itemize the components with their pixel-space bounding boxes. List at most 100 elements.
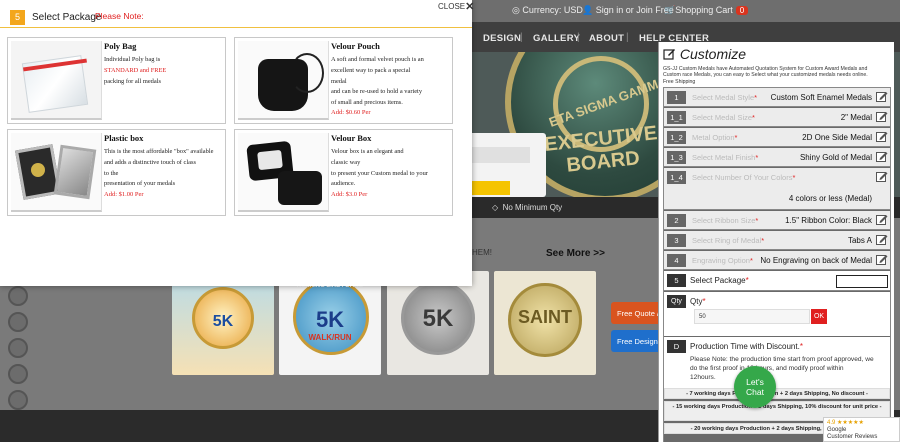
step-number: 5 [667, 274, 686, 287]
background-popup-field [470, 147, 530, 163]
step-number: 2 [667, 214, 686, 227]
desc-line: to the [104, 169, 119, 177]
customize-title-text: Customize [679, 46, 747, 62]
close-button[interactable]: CLOSE✕ [438, 0, 474, 13]
package-price: Add: $1.00 Per [104, 191, 144, 198]
desc-line: of small and precious items. [331, 99, 403, 107]
close-label: CLOSE [438, 2, 466, 11]
edit-icon[interactable] [876, 234, 888, 246]
edit-icon[interactable] [876, 111, 888, 123]
min-qty-label: No Minimum Qty [502, 203, 563, 212]
side-tool-icon[interactable] [8, 338, 28, 358]
currency-selector[interactable]: ◎ Currency: USD [512, 5, 583, 16]
package-selection-box[interactable] [836, 275, 888, 288]
nav-divider: | [626, 32, 629, 43]
step-number: 1_1 [667, 111, 686, 124]
customize-panel: Customize GS-JJ Custom Medals have Autom… [658, 42, 894, 442]
side-tool-icon[interactable] [8, 286, 28, 306]
edit-icon[interactable] [876, 131, 888, 143]
desc-line: excellent way to pack a special [331, 66, 411, 74]
gallery-thumb-3[interactable]: 5K [387, 271, 489, 375]
step-row-medal-style[interactable]: 1 Select Medal Style* Custom Soft Enamel… [664, 88, 890, 107]
modal-header: 5 Select Package Please Note: CLOSE✕ [0, 0, 474, 28]
side-tool-icon[interactable] [8, 312, 28, 332]
shopping-cart-link[interactable]: 🛒Shopping Cart 0 [664, 5, 749, 16]
nav-gallery[interactable]: GALLERY [533, 33, 580, 44]
step-label-text: Metal Option [692, 133, 735, 142]
step-row-metal-finish[interactable]: 1_3 Select Metal Finish* Shiny Gold of M… [664, 148, 890, 167]
min-qty-feature: ◇ No Minimum Qty [492, 203, 562, 212]
step-row-ribbon-size[interactable]: 2 Select Ribbon Size* 1.5" Ribbon Color:… [664, 211, 890, 230]
review-score: 4.9 ★★★★★ [827, 420, 864, 426]
package-option-velour-box[interactable]: Velour Box Velour box is an elegant and … [234, 129, 453, 216]
free-quote-button[interactable]: Free Quote / [611, 302, 663, 324]
quantity-ok-button[interactable]: OK [811, 309, 827, 324]
required-star: * [754, 93, 758, 102]
production-option-7-days[interactable]: - 7 working days FAST Production + 2 day… [664, 388, 890, 399]
diamond-icon: ◇ [492, 203, 499, 212]
step-value: Shiny Gold of Medal [799, 153, 872, 162]
live-chat-button[interactable]: Let's Chat [734, 366, 776, 408]
gallery-thumb-1[interactable]: 5K [172, 271, 274, 375]
thumb-label: 5K [212, 313, 234, 330]
step-row-engraving[interactable]: 4 Engraving Option* No Engraving on back… [664, 251, 890, 270]
desc-line: A soft and formal velvet pouch is an [331, 56, 424, 63]
package-option-velour-pouch[interactable]: Velour Pouch A soft and formal velvet po… [234, 37, 453, 124]
step-row-ring-of-medal[interactable]: 3 Select Ring of Medal* Tabs A [664, 231, 890, 250]
nav-design[interactable]: DESIGN [483, 33, 521, 44]
step-label-text: Select Medal Style [692, 93, 755, 102]
step-label: Select Ribbon Size* [692, 216, 758, 225]
quantity-input[interactable]: 50 [694, 309, 810, 324]
edit-icon[interactable] [876, 151, 888, 163]
side-tool-icon[interactable] [8, 390, 28, 410]
step-row-number-of-colors[interactable]: 1_4 Select Number Of Your Colors* 4 colo… [664, 168, 890, 210]
box-medal [31, 163, 45, 177]
step-number: 1 [667, 91, 686, 104]
edit-icon[interactable] [876, 254, 888, 266]
nav-about[interactable]: ABOUT [589, 33, 624, 44]
thumb-subtext: WALK/RUN [308, 333, 352, 342]
step-number: Qty [667, 295, 686, 308]
thumb-subtext: SAINT [518, 307, 572, 327]
step-label: Metal Option* [692, 133, 737, 142]
side-tool-icon[interactable] [8, 364, 28, 384]
edit-icon[interactable] [876, 214, 888, 226]
gallery-thumb-4[interactable]: SAINT [494, 271, 596, 375]
select-package-modal: 5 Select Package Please Note: CLOSE✕ Pol… [0, 0, 474, 286]
free-design-button[interactable]: Free Design + [611, 330, 663, 352]
thumb-label: 5K [315, 307, 345, 332]
see-more-link[interactable]: See More >> [546, 248, 605, 259]
chat-label-line1: Let's [746, 377, 764, 387]
step-label-text: Select Medal Size [692, 113, 753, 122]
step-value: 4 colors or less (Medal) [788, 194, 872, 203]
package-name: Velour Pouch [331, 41, 380, 51]
chat-label-line2: Chat [746, 387, 764, 397]
package-option-plastic-box[interactable]: Plastic box This is the most affordable … [7, 129, 226, 216]
edit-icon[interactable] [876, 91, 888, 103]
step-row-select-package[interactable]: 5 Select Package* [664, 271, 890, 291]
package-description: Velour box is an elegant and classic way… [331, 147, 451, 190]
step-label-text: Select Ring of Medal [692, 236, 762, 245]
step-label-text: Select Ribbon Size [692, 216, 756, 225]
edit-icon[interactable] [876, 171, 888, 183]
google-reviews-badge[interactable]: 4.9 ★★★★★ Google Customer Reviews [823, 417, 900, 442]
desc-line: presentation of your medals [104, 180, 176, 188]
step-row-medal-size[interactable]: 1_1 Select Medal Size* 2" Medal [664, 108, 890, 127]
desc-line: Velour box is an elegant and [331, 148, 404, 155]
gallery-thumb-2[interactable]: RUNNING LIKE FLYING 5K WALK/RUN [279, 271, 381, 375]
package-option-poly-bag[interactable]: Poly Bag Individual Poly bag is STANDARD… [7, 37, 226, 124]
required-star: * [702, 297, 706, 306]
required-star: * [749, 256, 753, 265]
sign-in-link[interactable]: 👤 Sign in or Join Free [582, 5, 674, 16]
note-line: do the first proof in 12 hours, and modi… [690, 365, 844, 372]
package-price: Add: $0.60 Per [331, 109, 371, 116]
required-star: * [792, 173, 796, 182]
step-label: Select Metal Finish* [692, 153, 758, 162]
review-label: Customer Reviews [827, 434, 878, 440]
step-row-metal-option[interactable]: 1_2 Metal Option* 2D One Side Medal [664, 128, 890, 147]
desc-line: audience. [331, 180, 356, 188]
step-number: 1_2 [667, 131, 686, 144]
close-icon: ✕ [465, 1, 475, 13]
required-star: * [755, 153, 759, 162]
desc-line: and can be re-used to hold a variety [331, 88, 423, 96]
